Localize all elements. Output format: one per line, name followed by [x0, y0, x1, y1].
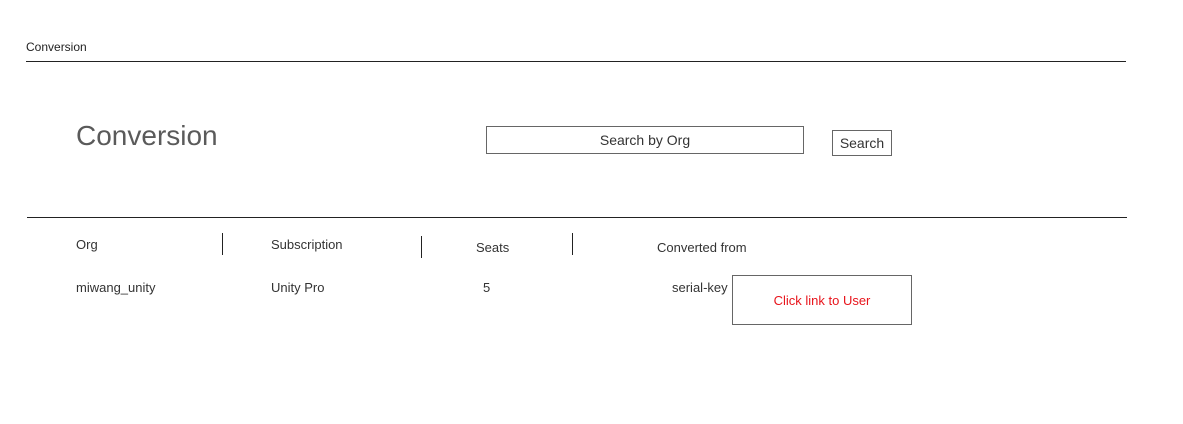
column-divider	[421, 236, 422, 258]
column-divider	[222, 233, 223, 255]
column-header-converted-from: Converted from	[657, 240, 747, 255]
breadcrumb: Conversion	[26, 40, 87, 54]
column-divider	[572, 233, 573, 255]
column-header-org: Org	[76, 237, 98, 252]
search-input[interactable]	[486, 126, 804, 154]
cell-seats: 5	[483, 280, 491, 295]
cell-org: miwang_unity	[76, 280, 156, 295]
search-button[interactable]: Search	[832, 130, 892, 156]
table-top-divider	[27, 217, 1127, 218]
column-header-subscription: Subscription	[271, 237, 343, 252]
cell-converted-from: serial-key	[672, 280, 728, 295]
page-title: Conversion	[76, 120, 218, 151]
column-header-seats: Seats	[476, 240, 510, 255]
header-divider	[26, 61, 1126, 62]
user-link-button[interactable]: Click link to User	[732, 275, 912, 325]
cell-subscription: Unity Pro	[271, 280, 325, 295]
